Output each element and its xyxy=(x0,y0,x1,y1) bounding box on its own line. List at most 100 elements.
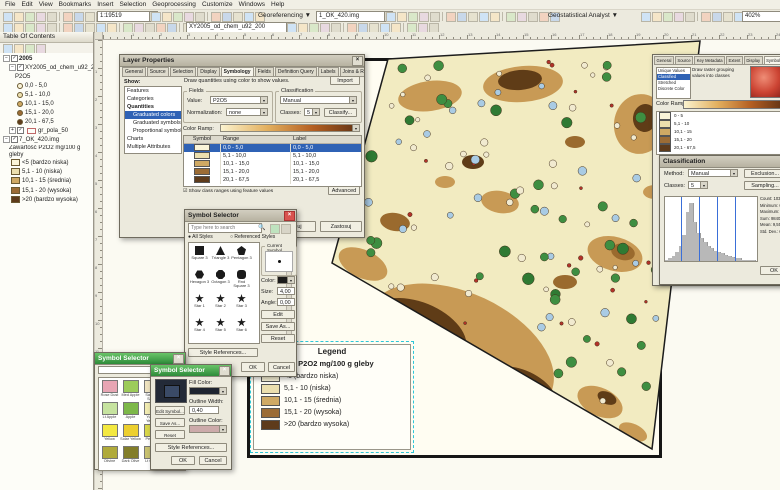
symbol-cell[interactable]: Triangle 3 xyxy=(210,243,231,267)
style-references-button[interactable]: Style References... xyxy=(155,443,227,452)
toolbar-icon[interactable] xyxy=(457,12,467,22)
palette-cell[interactable]: Lt Apple xyxy=(99,400,120,422)
save-as-button[interactable]: Save As... xyxy=(261,322,295,331)
value-combo[interactable]: P2O5 ▼ xyxy=(210,96,268,104)
toc-item[interactable]: −✓XY2005_od_chem_u92_200 xyxy=(0,64,93,73)
tab-symbology[interactable]: Symbology xyxy=(220,67,254,76)
toolbar-icon[interactable] xyxy=(712,12,722,22)
tab-joins-relates[interactable]: Joins & Relates xyxy=(339,67,364,76)
toc-item[interactable]: − ✓ 2005 xyxy=(0,55,93,64)
layer-checkbox[interactable]: ✓ xyxy=(11,55,18,62)
close-icon[interactable]: × xyxy=(219,366,230,376)
tab-display[interactable]: Display xyxy=(197,67,220,76)
show-item[interactable]: Multiple Attributes xyxy=(125,143,181,151)
reset-button[interactable]: Reset xyxy=(261,334,295,343)
class-row[interactable]: 5,1 - 10,0 5,1 - 10,0 xyxy=(184,152,361,160)
menu-bookmarks[interactable]: Bookmarks xyxy=(56,0,95,10)
toolbar-icon[interactable] xyxy=(723,12,733,22)
class-row[interactable]: 15,1 - 20,0 15,1 - 20,0 xyxy=(184,168,361,176)
menu-selection[interactable]: Selection xyxy=(116,0,149,10)
toolbar-icon[interactable] xyxy=(162,12,172,22)
symbol-selector-titlebar[interactable]: Symbol Selector × xyxy=(185,210,296,222)
raster-tab[interactable]: Key Metadata xyxy=(694,56,726,64)
toc-item[interactable]: 20,1 - 67,5 xyxy=(0,118,93,127)
tab-source[interactable]: Source xyxy=(146,67,169,76)
symbol-cell[interactable]: Star 3 xyxy=(231,291,252,315)
zoom-combo[interactable]: 402%▼ xyxy=(742,11,780,22)
toolbar-icon[interactable] xyxy=(47,12,57,22)
layer-checkbox[interactable]: ✓ xyxy=(17,64,24,72)
color-swatch[interactable] xyxy=(101,446,118,459)
label-cell[interactable]: 10,1 - 15,0 xyxy=(291,160,361,168)
tab-definition-query[interactable]: Definition Query xyxy=(274,67,317,76)
class-break-line[interactable] xyxy=(699,197,701,261)
sampling-button[interactable]: Sampling... xyxy=(744,181,780,190)
advanced-button[interactable]: Advanced ▼ xyxy=(328,186,360,195)
ok-button[interactable]: OK xyxy=(171,456,195,465)
symbol-cell[interactable]: Star 6 xyxy=(231,315,252,339)
apply-button[interactable]: Zastosuj xyxy=(320,221,362,232)
label-cell[interactable]: 15,1 - 20,0 xyxy=(291,168,361,176)
menu-help[interactable]: Help xyxy=(268,0,287,10)
cancel-button[interactable]: Cancel xyxy=(199,456,227,465)
layer-checkbox[interactable]: ✓ xyxy=(17,127,24,135)
class-symbol[interactable] xyxy=(194,160,210,168)
toolbar-icon[interactable] xyxy=(408,12,418,22)
classification-titlebar[interactable]: Classification× xyxy=(660,156,780,168)
show-item[interactable]: Proportional symbols xyxy=(125,127,181,135)
show-item[interactable]: Features xyxy=(125,87,181,95)
toolbar-icon[interactable] xyxy=(479,12,489,22)
edit-symbol-button[interactable]: Edit Symbol... xyxy=(261,310,295,319)
toolbar-icon[interactable] xyxy=(386,12,396,22)
toolbar-icon[interactable] xyxy=(685,12,695,22)
tab-selection[interactable]: Selection xyxy=(169,67,197,76)
toolbar-icon[interactable] xyxy=(233,12,243,22)
color-swatch[interactable] xyxy=(101,380,118,393)
toolbar-icon[interactable] xyxy=(211,12,221,22)
toc-item[interactable]: 5,1 - 10,0 xyxy=(0,91,93,100)
show-item[interactable]: Graduated colors xyxy=(125,111,181,119)
symbol-cell[interactable]: Star 1 xyxy=(189,291,210,315)
class-break-line[interactable] xyxy=(735,197,737,261)
import-button[interactable]: Import xyxy=(330,76,360,85)
toc-item[interactable]: P2O5 xyxy=(0,73,93,82)
raster-class-row[interactable]: 20,1 - 67,5 xyxy=(657,144,780,152)
toolbar-icon[interactable] xyxy=(244,12,254,22)
close-icon[interactable]: × xyxy=(284,211,295,221)
classes-combo[interactable]: 5 ▼ xyxy=(688,181,708,189)
toolbar-icon[interactable] xyxy=(419,12,429,22)
palette-cell[interactable]: Rose Dust xyxy=(99,378,120,400)
toolbar-icon[interactable] xyxy=(468,12,478,22)
label-cell[interactable]: 20,1 - 67,5 xyxy=(291,176,361,184)
tab-general[interactable]: General xyxy=(122,67,146,76)
color-swatch[interactable] xyxy=(122,446,139,459)
toolbar-icon[interactable] xyxy=(36,12,46,22)
view-options-icon[interactable] xyxy=(281,224,291,234)
outline-color-picker[interactable]: ▼ xyxy=(189,425,227,433)
fill-symbol-titlebar[interactable]: Symbol Selector × xyxy=(151,365,231,377)
range-cell[interactable]: 5,1 - 10,0 xyxy=(221,152,291,160)
class-break-line[interactable] xyxy=(717,197,719,261)
range-cell[interactable]: 10,1 - 15,0 xyxy=(221,160,291,168)
toolbar-icon[interactable] xyxy=(663,12,673,22)
palette-cell[interactable]: Yellow xyxy=(99,422,120,444)
show-item[interactable]: Quantities xyxy=(125,103,181,111)
classification-histogram[interactable] xyxy=(664,196,758,262)
menu-edit[interactable]: Edit xyxy=(18,0,35,10)
symbol-cell[interactable]: Star 4 xyxy=(189,315,210,339)
edit-symbol-button[interactable]: Edit Symbol... xyxy=(155,406,185,415)
symbol-cell[interactable]: Star 2 xyxy=(210,291,231,315)
toc-item[interactable]: >20 (bardzo wysoka) xyxy=(0,195,93,205)
layer-checkbox[interactable]: ✓ xyxy=(11,136,18,144)
method-combo[interactable]: Manual ▼ xyxy=(280,96,357,104)
toc-item[interactable]: Zawartość P2O2 mg/100 g gleby xyxy=(0,145,93,159)
cancel-button[interactable]: Cancel xyxy=(268,362,295,372)
save-as-button[interactable]: Save As... xyxy=(155,418,185,427)
palette-cell[interactable]: Olivine xyxy=(99,444,120,466)
raster-tab[interactable]: Source xyxy=(674,56,694,64)
toolbar-icon[interactable] xyxy=(674,12,684,22)
raster-class-row[interactable]: 5,1 - 10 xyxy=(657,120,780,128)
symbol-cell[interactable]: Square 3 xyxy=(189,243,210,267)
label-cell[interactable]: 5,1 - 10,0 xyxy=(291,152,361,160)
size-stepper[interactable]: 4,00 xyxy=(277,287,295,295)
